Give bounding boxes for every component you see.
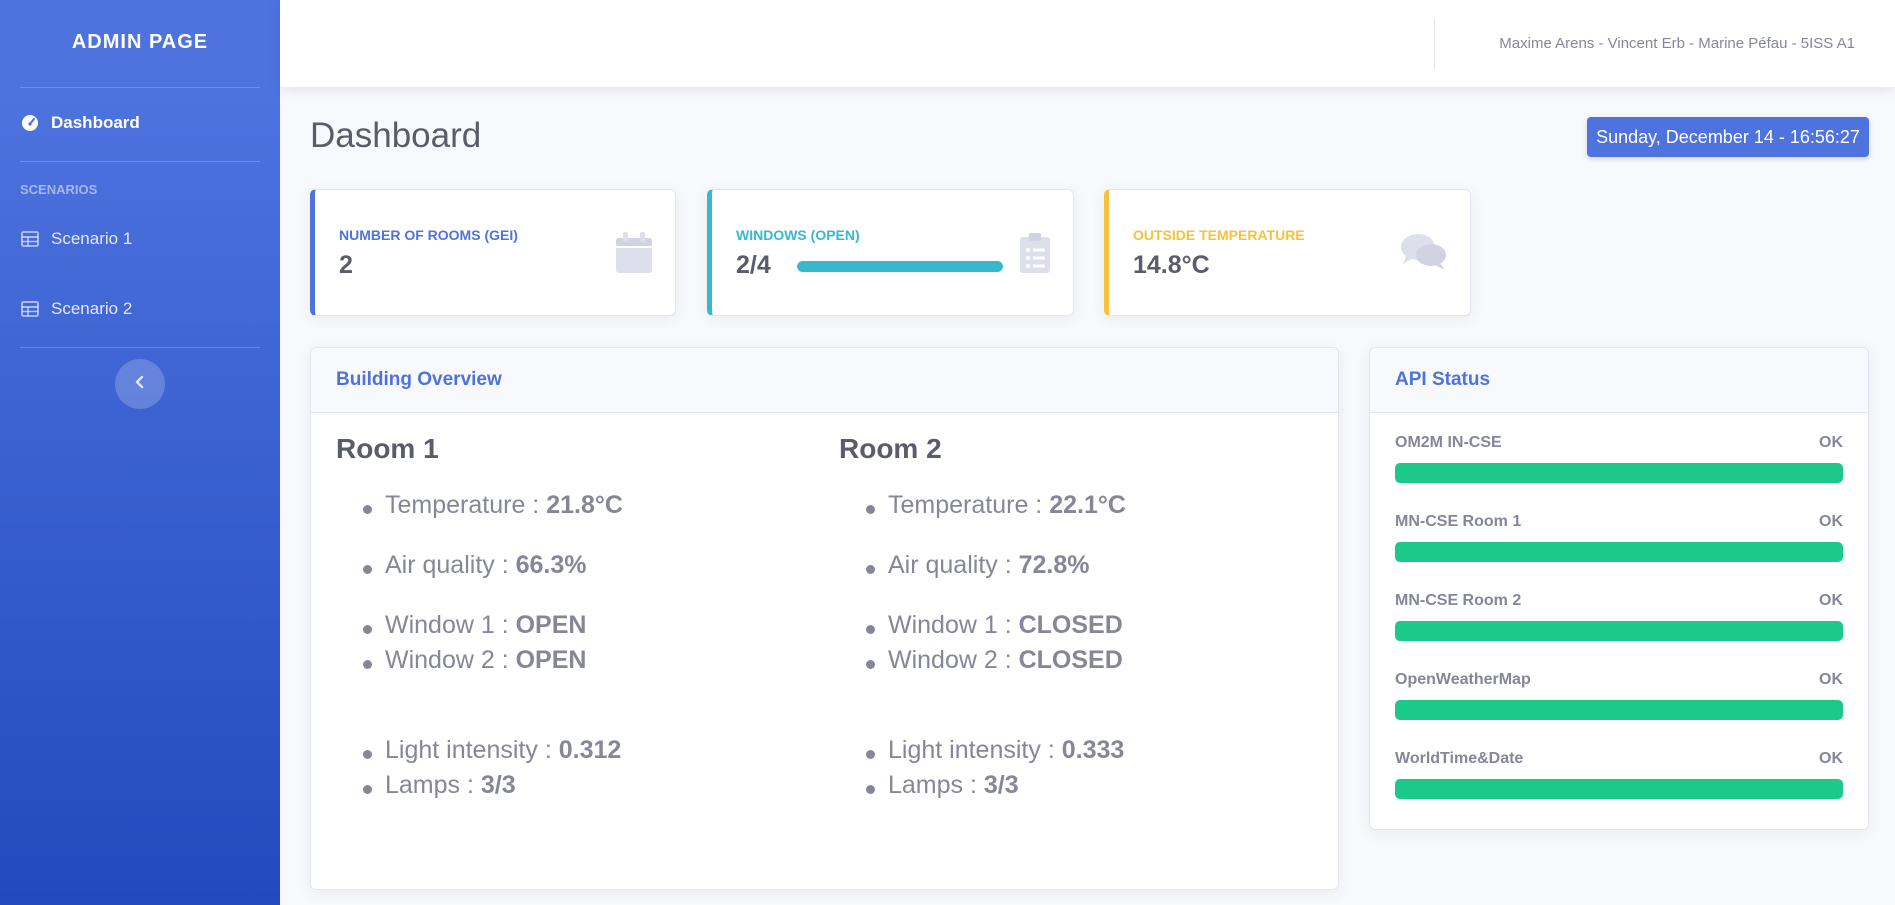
api-status-row: OpenWeatherMap OK — [1395, 671, 1843, 720]
tachometer-icon — [20, 113, 40, 133]
sidebar-item-scenario-1[interactable]: Scenario 1 — [0, 204, 280, 274]
room-light-intensity: Light intensity : 0.312 — [363, 736, 623, 771]
api-status-bar — [1395, 542, 1843, 562]
api-service-name: OpenWeatherMap — [1395, 671, 1531, 688]
comments-icon — [1400, 232, 1448, 277]
api-status-row: MN-CSE Room 1 OK — [1395, 513, 1843, 562]
api-status-bar — [1395, 463, 1843, 483]
table-icon — [20, 299, 40, 319]
building-overview-card: Building Overview Room 1 Temperature : 2… — [310, 347, 1339, 890]
room-2-panel: Room 2 Temperature : 22.1°C Air quality … — [839, 433, 1126, 806]
sidebar-item-scenario-2[interactable]: Scenario 2 — [0, 274, 280, 344]
api-status-bar — [1395, 621, 1843, 641]
sidebar-item-label: Scenario 1 — [51, 229, 133, 248]
calendar-icon — [615, 232, 653, 279]
stat-label: NUMBER OF ROOMS (GEI) — [339, 227, 518, 243]
room-lamps: Lamps : 3/3 — [866, 771, 1126, 806]
api-service-status: OK — [1819, 671, 1843, 688]
windows-progress-bar — [797, 261, 1003, 272]
stat-value: 2 — [339, 251, 353, 279]
api-row-header: WorldTime&Date OK — [1395, 750, 1843, 768]
sidebar-divider — [20, 347, 260, 348]
room-1-metrics: Temperature : 21.8°C Air quality : 66.3%… — [336, 491, 623, 806]
page-title: Dashboard — [310, 116, 482, 155]
room-title: Room 1 — [336, 433, 439, 464]
api-status-card: API Status OM2M IN-CSE OK MN-CSE Room 1 OK M… — [1369, 347, 1869, 830]
api-service-status: OK — [1819, 592, 1843, 609]
windows-progress-fill — [797, 261, 1003, 272]
room-window-2: Window 2 : OPEN — [363, 646, 623, 681]
room-light-intensity: Light intensity : 0.333 — [866, 736, 1126, 771]
api-row-header: MN-CSE Room 1 OK — [1395, 513, 1843, 531]
room-window-2: Window 2 : CLOSED — [866, 646, 1126, 681]
room-1-panel: Room 1 Temperature : 21.8°C Air quality … — [336, 433, 623, 806]
sidebar-item-label: Scenario 2 — [51, 299, 133, 318]
topbar: Maxime Arens - Vincent Erb - Marine Péfa… — [280, 0, 1895, 87]
sidebar-item-label: Dashboard — [51, 113, 140, 132]
api-row-header: OpenWeatherMap OK — [1395, 671, 1843, 689]
api-service-status: OK — [1819, 434, 1843, 451]
stat-card-rooms: NUMBER OF ROOMS (GEI) 2 — [310, 189, 676, 316]
table-icon — [20, 229, 40, 249]
api-status-bar — [1395, 779, 1843, 799]
brand-title[interactable]: ADMIN PAGE — [0, 0, 280, 84]
api-row-header: MN-CSE Room 2 OK — [1395, 592, 1843, 610]
stat-label: WINDOWS (OPEN) — [736, 227, 860, 243]
datetime-badge: Sunday, December 14 - 16:56:27 — [1587, 117, 1869, 157]
topbar-divider — [1434, 20, 1435, 68]
stat-card-windows: WINDOWS (OPEN) 2/4 — [707, 189, 1074, 316]
room-lamps: Lamps : 3/3 — [363, 771, 623, 806]
stat-value: 14.8°C — [1133, 251, 1210, 279]
sidebar-toggle-button[interactable] — [115, 359, 165, 409]
sidebar-heading: SCENARIOS — [20, 182, 98, 197]
api-status-row: MN-CSE Room 2 OK — [1395, 592, 1843, 641]
api-status-title: API Status — [1370, 348, 1868, 413]
stat-label: OUTSIDE TEMPERATURE — [1133, 227, 1305, 243]
room-window-1: Window 1 : CLOSED — [866, 611, 1126, 646]
sidebar: ADMIN PAGE Dashboard SCENARIOS Scenario … — [0, 0, 280, 905]
authors-text[interactable]: Maxime Arens - Vincent Erb - Marine Péfa… — [1499, 0, 1855, 87]
room-temperature: Temperature : 21.8°C — [363, 491, 623, 526]
stat-card-outside-temperature: OUTSIDE TEMPERATURE 14.8°C — [1104, 189, 1471, 316]
api-service-name: MN-CSE Room 1 — [1395, 513, 1522, 530]
room-window-1: Window 1 : OPEN — [363, 611, 623, 646]
api-status-bar — [1395, 700, 1843, 720]
api-service-name: OM2M IN-CSE — [1395, 434, 1502, 451]
clipboard-list-icon — [1019, 232, 1051, 279]
api-service-name: WorldTime&Date — [1395, 750, 1524, 767]
api-status-row: OM2M IN-CSE OK — [1395, 434, 1843, 483]
room-air-quality: Air quality : 66.3% — [363, 551, 623, 586]
chevron-left-icon — [134, 375, 146, 394]
room-2-metrics: Temperature : 22.1°C Air quality : 72.8%… — [839, 491, 1126, 806]
room-title: Room 2 — [839, 433, 942, 464]
sidebar-item-dashboard[interactable]: Dashboard — [0, 88, 280, 158]
api-service-status: OK — [1819, 513, 1843, 530]
room-temperature: Temperature : 22.1°C — [866, 491, 1126, 526]
api-row-header: OM2M IN-CSE OK — [1395, 434, 1843, 452]
api-status-row: WorldTime&Date OK — [1395, 750, 1843, 799]
api-service-name: MN-CSE Room 2 — [1395, 592, 1522, 609]
room-air-quality: Air quality : 72.8% — [866, 551, 1126, 586]
api-service-status: OK — [1819, 750, 1843, 767]
stat-value: 2/4 — [736, 251, 771, 279]
building-overview-title: Building Overview — [311, 348, 1338, 413]
